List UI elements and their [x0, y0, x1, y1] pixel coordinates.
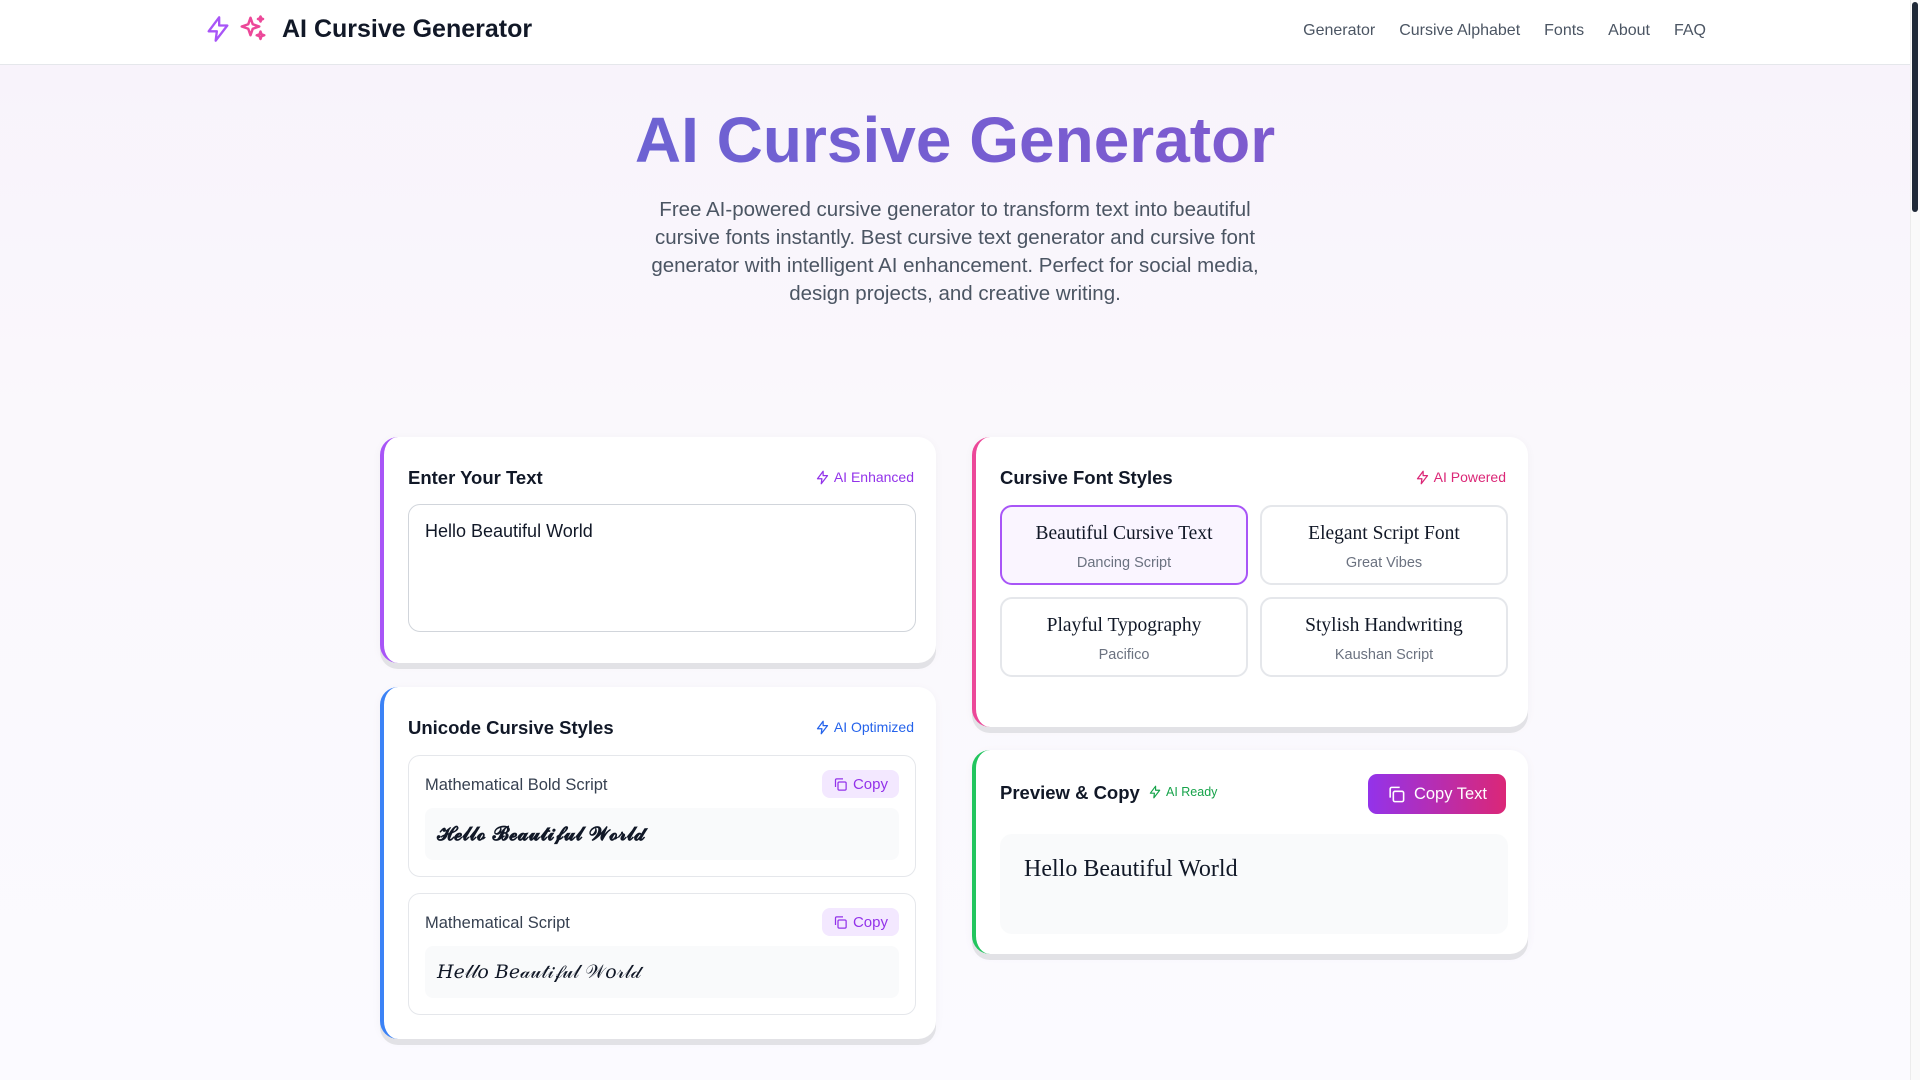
- scrollbar[interactable]: [1910, 0, 1920, 1080]
- badge-label: AI Enhanced: [833, 469, 914, 485]
- preview-card: Preview & Copy AI Ready Copy Text Hello …: [972, 750, 1528, 954]
- badge-label: AI Powered: [1433, 469, 1506, 485]
- font-option-kaushan-script[interactable]: Stylish Handwriting Kaushan Script: [1260, 597, 1508, 677]
- copy-label: Copy: [852, 775, 888, 793]
- preview-output: Hello Beautiful World: [1000, 834, 1508, 934]
- hero-title: AI Cursive Generator: [0, 103, 1910, 177]
- font-sample: Elegant Script Font: [1308, 523, 1460, 544]
- ai-optimized-badge: AI Optimized: [815, 719, 914, 735]
- badge-label: AI Optimized: [833, 719, 914, 735]
- input-card: Enter Your Text AI Enhanced Hello Beauti…: [380, 437, 936, 663]
- input-card-title: Enter Your Text: [408, 467, 543, 488]
- unicode-card-title: Unicode Cursive Styles: [408, 717, 614, 738]
- sparkles-icon: [238, 14, 268, 44]
- hero-subtitle: Free AI-powered cursive generator to tra…: [651, 198, 1259, 305]
- font-sample: Beautiful Cursive Text: [1035, 523, 1213, 544]
- unicode-style-row: Mathematical Bold Script Copy 𝓗𝓮𝓵𝓵𝓸 𝓑𝓮𝓪𝓾…: [408, 755, 916, 877]
- style-output: 𝓗𝓮𝓵𝓵𝓸 𝓑𝓮𝓪𝓾𝓽𝓲𝓯𝓾𝓵 𝓦𝓸𝓻𝓵𝓭: [425, 808, 899, 860]
- font-styles-card: Cursive Font Styles AI Powered Beautiful…: [972, 437, 1528, 727]
- ai-enhanced-badge: AI Enhanced: [815, 469, 914, 485]
- font-option-pacifico[interactable]: Playful Typography Pacifico: [1000, 597, 1248, 677]
- scrollbar-thumb[interactable]: [1912, 2, 1918, 212]
- font-sample: Playful Typography: [1046, 615, 1202, 636]
- unicode-styles-card: Unicode Cursive Styles AI Optimized Math…: [380, 687, 936, 1039]
- copy-text-label: Copy Text: [1413, 784, 1488, 803]
- nav-faq[interactable]: FAQ: [1674, 22, 1706, 40]
- font-option-great-vibes[interactable]: Elegant Script Font Great Vibes: [1260, 505, 1508, 585]
- font-name: Kaushan Script: [1334, 647, 1434, 663]
- badge-label: AI Ready: [1166, 785, 1218, 799]
- nav-generator[interactable]: Generator: [1303, 22, 1375, 40]
- nav-cursive-alphabet[interactable]: Cursive Alphabet: [1399, 22, 1520, 40]
- lightning-icon: [204, 14, 232, 44]
- copy-text-button[interactable]: Copy Text: [1368, 774, 1506, 814]
- site-header: AI Cursive Generator Generator Cursive A…: [0, 0, 1910, 65]
- unicode-style-row: Mathematical Script Copy 𝐻𝑒𝓁𝓁𝑜 𝐵𝑒𝒶𝓊𝓉𝒾𝒻𝓊𝓁…: [408, 893, 916, 1015]
- font-card-title: Cursive Font Styles: [1000, 467, 1173, 488]
- font-name: Pacifico: [1098, 647, 1150, 663]
- ai-powered-badge: AI Powered: [1415, 469, 1506, 485]
- style-name: Mathematical Script: [425, 914, 570, 932]
- lightning-icon: [1415, 470, 1430, 485]
- font-name: Dancing Script: [1076, 555, 1172, 571]
- lightning-icon: [815, 470, 830, 485]
- lightning-icon: [815, 720, 830, 735]
- nav-fonts[interactable]: Fonts: [1544, 22, 1584, 40]
- copy-icon: [1387, 785, 1406, 804]
- ai-ready-badge: AI Ready: [1148, 785, 1217, 799]
- logo[interactable]: AI Cursive Generator: [204, 14, 532, 44]
- copy-label: Copy: [852, 913, 888, 931]
- style-name: Mathematical Bold Script: [425, 776, 608, 794]
- text-input[interactable]: Hello Beautiful World: [408, 504, 916, 632]
- style-output: 𝐻𝑒𝓁𝓁𝑜 𝐵𝑒𝒶𝓊𝓉𝒾𝒻𝓊𝓁 𝒲𝑜𝓇𝓁𝒹: [425, 946, 899, 998]
- lightning-icon: [1148, 785, 1162, 799]
- nav-about[interactable]: About: [1608, 22, 1650, 40]
- copy-icon: [833, 777, 848, 792]
- copy-icon: [833, 915, 848, 930]
- font-sample: Stylish Handwriting: [1305, 615, 1463, 636]
- font-name: Great Vibes: [1345, 555, 1423, 571]
- font-option-dancing-script[interactable]: Beautiful Cursive Text Dancing Script: [1000, 505, 1248, 585]
- main-nav: Generator Cursive Alphabet Fonts About F…: [1303, 22, 1706, 40]
- preview-card-title: Preview & Copy: [1000, 782, 1140, 803]
- copy-button[interactable]: Copy: [821, 770, 899, 798]
- copy-button[interactable]: Copy: [821, 908, 899, 936]
- logo-text: AI Cursive Generator: [282, 14, 533, 43]
